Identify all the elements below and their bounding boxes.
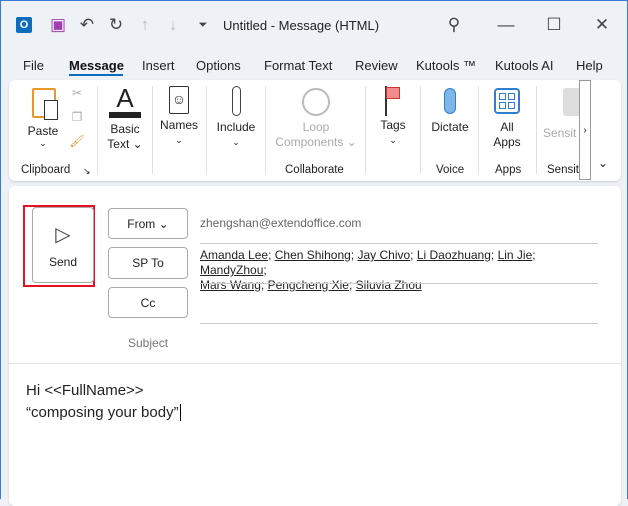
text-cursor: [179, 404, 181, 421]
minimize-icon[interactable]: —: [496, 15, 516, 35]
to-button[interactable]: SP To: [108, 247, 188, 279]
group-sensitivity: Sensit: [547, 164, 579, 176]
sensitivity-button[interactable]: Sensit: [543, 86, 579, 141]
flag-icon: [383, 86, 403, 116]
maximize-icon[interactable]: ☐: [544, 15, 564, 35]
tab-file[interactable]: File: [23, 58, 44, 73]
save-icon[interactable]: ▣: [48, 15, 68, 35]
dictate-button[interactable]: Dictate: [425, 86, 475, 135]
outlook-icon: O: [14, 15, 34, 35]
cc-button[interactable]: Cc: [108, 287, 188, 318]
body-line: “composing your body”: [26, 404, 179, 421]
all-apps-button[interactable]: All Apps: [485, 86, 529, 150]
to-label: SP To: [132, 256, 164, 270]
body-line: Hi <<FullName>>: [26, 382, 144, 399]
recipient[interactable]: Li Daozhuang: [417, 248, 491, 262]
sensitivity-label: Sensit: [543, 126, 577, 140]
window-title: Untitled - Message (HTML): [223, 18, 380, 33]
send-icon: ▷: [55, 223, 71, 246]
group-voice: Voice: [436, 164, 465, 176]
paperclip-icon: [231, 86, 241, 116]
ribbon-scroll-right-button[interactable]: ›: [579, 80, 591, 180]
tab-help[interactable]: Help: [576, 58, 603, 73]
search-icon[interactable]: ⚲: [444, 15, 464, 35]
subject-label: Subject: [128, 336, 169, 350]
all-apps-label: All: [500, 120, 514, 134]
active-tab-indicator: [69, 74, 123, 76]
recipient[interactable]: MandyZhou: [200, 263, 263, 277]
compose-pane: ▷ Send From ⌄ SP To Cc Subject zhengshan…: [9, 186, 621, 506]
loop-label: Loop: [302, 120, 330, 134]
customize-icon[interactable]: ⏷: [193, 15, 213, 35]
ribbon-expand-icon[interactable]: ⌄: [598, 156, 608, 170]
ribbon: Paste ⌄ ✂ ❐ 🖌 Clipboard ↘ A Basic Text ⌄…: [9, 80, 621, 181]
recipient[interactable]: Amanda Lee: [200, 248, 268, 262]
tab-kutools[interactable]: Kutools ™: [416, 58, 476, 73]
loop-icon: [302, 88, 330, 116]
from-label: From: [127, 216, 156, 231]
tab-kutools-ai[interactable]: Kutools AI: [495, 58, 554, 73]
font-icon: A: [116, 83, 134, 113]
tags-button[interactable]: Tags ⌄: [373, 84, 413, 148]
from-button[interactable]: From ⌄: [108, 208, 188, 239]
microphone-icon: [444, 88, 456, 114]
tab-review[interactable]: Review: [355, 58, 398, 73]
all-apps-label-2: Apps: [493, 135, 521, 149]
format-painter-icon[interactable]: 🖌: [69, 134, 85, 149]
include-label: Include: [216, 120, 256, 134]
chevron-down-icon: ⌄: [39, 138, 47, 148]
recipient[interactable]: Chen Shihong: [275, 248, 351, 262]
up-icon[interactable]: ↑: [135, 15, 155, 35]
loop-components-button[interactable]: Loop Components ⌄: [271, 86, 361, 150]
apps-grid-icon: [494, 88, 520, 114]
copy-icon[interactable]: ❐: [69, 110, 85, 125]
recipient[interactable]: Lin Jie: [498, 248, 533, 262]
dictate-label: Dictate: [431, 120, 469, 134]
group-collaborate: Collaborate: [285, 164, 344, 176]
tags-label: Tags: [380, 118, 406, 132]
cc-label: Cc: [140, 295, 156, 310]
loop-label-2: Components: [275, 135, 344, 149]
group-clipboard: Clipboard: [21, 164, 71, 176]
cc-field[interactable]: [200, 288, 598, 318]
from-value: zhengshan@extendoffice.com: [200, 216, 362, 230]
down-icon[interactable]: ↓: [163, 15, 183, 35]
include-button[interactable]: Include ⌄: [211, 84, 261, 150]
recipient[interactable]: Jay Chivo: [357, 248, 410, 262]
to-field[interactable]: Amanda Lee; Chen Shihong; Jay Chivo; Li …: [200, 248, 600, 293]
basic-text-label: Basic: [110, 122, 140, 136]
message-body[interactable]: Hi <<FullName>> “composing your body”: [26, 380, 606, 424]
address-book-icon: ☺: [169, 86, 189, 114]
tab-insert[interactable]: Insert: [142, 58, 175, 73]
subject-field[interactable]: [200, 328, 598, 358]
send-label: Send: [48, 254, 78, 269]
tab-options[interactable]: Options: [196, 58, 241, 73]
names-label: Names: [159, 118, 198, 132]
tab-format-text[interactable]: Format Text: [264, 58, 332, 73]
names-button[interactable]: ☺ Names ⌄: [157, 84, 201, 148]
paste-button[interactable]: [27, 86, 61, 126]
group-apps: Apps: [495, 164, 522, 176]
clipboard-icon: [32, 88, 58, 120]
close-icon[interactable]: ✕: [592, 15, 612, 35]
cut-icon[interactable]: ✂: [69, 86, 85, 101]
basic-text-button[interactable]: A Basic Text ⌄: [105, 84, 145, 152]
sensitivity-icon: [563, 88, 579, 116]
basic-text-label-2: Text: [107, 137, 130, 151]
redo-icon[interactable]: ↻: [106, 15, 126, 35]
undo-icon[interactable]: ↶: [77, 15, 97, 35]
tab-message[interactable]: Message: [69, 58, 124, 73]
dialog-launcher-icon[interactable]: ↘: [83, 164, 91, 179]
send-button[interactable]: ▷ Send: [32, 207, 94, 283]
